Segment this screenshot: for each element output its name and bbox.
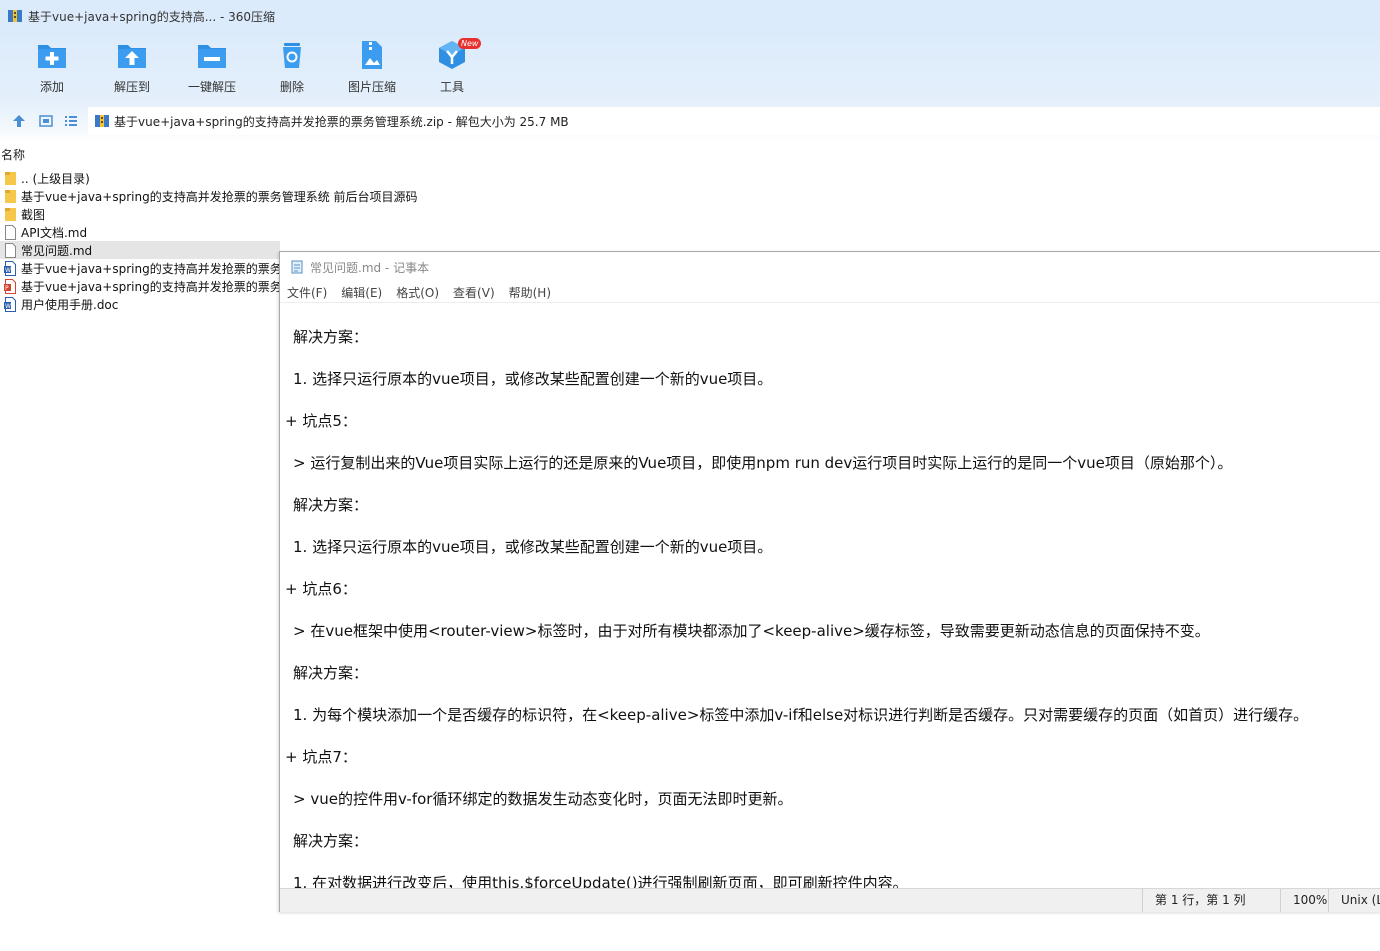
tools-label: 工具 [439,80,464,94]
image-compress-label: 图片压缩 [347,80,396,94]
file-name: 用户使用手册.doc [21,297,119,312]
archive-app-icon [8,10,22,22]
menu-edit[interactable]: 编辑(E) [334,284,389,301]
text-line: > vue的控件用v-for循环绑定的数据发生动态变化时，页面无法即时更新。 [293,790,793,808]
file-name: API文档.md [21,225,88,240]
folder-icon [5,207,16,221]
text-line: 解决方案： [293,496,369,514]
text-line: 解决方案： [293,328,369,346]
one-click-extract-button[interactable]: 一键解压 [172,38,252,98]
path-field[interactable]: 基于vue+java+spring的支持高并发抢票的票务管理系统.zip - 解… [88,107,1380,135]
line-ending: Unix (LF) [1328,889,1380,912]
file-row[interactable]: 基于vue+java+spring的支持高并发抢票的票务管理系统 前后台项目源码 [0,187,1380,205]
folder-icon [5,189,16,203]
notepad-title: 常见问题.md - 记事本 [310,260,430,275]
notepad-status-bar: 第 1 行，第 1 列 100% Unix (LF) [280,888,1380,912]
extract-to-button[interactable]: 解压到 [92,38,172,98]
menu-format[interactable]: 格式(O) [389,284,446,301]
svg-text:W: W [5,303,11,310]
folder-icon [5,171,16,185]
quick-extract-folder-icon [198,45,226,68]
file-name: 常见问题.md [21,243,93,258]
title-bar: 基于vue+java+spring的支持高... - 360压缩 [0,0,1380,32]
word-document-icon: W [4,260,16,276]
notepad-icon [291,260,303,274]
window-title: 基于vue+java+spring的支持高... - 360压缩 [28,9,276,24]
text-line: + 坑点6： [285,580,357,598]
tools-button[interactable]: New 工具 [412,38,492,98]
document-icon [5,224,16,240]
delete-button[interactable]: 删除 [252,38,332,98]
new-badge: New [458,38,482,49]
text-line: 解决方案： [293,832,369,850]
file-name: 基于vue+java+spring的支持高并发抢票的票务管理系统 前后台项目源码 [21,189,418,204]
thumbnail-view-icon[interactable] [39,114,53,128]
zip-archive-icon [95,115,109,127]
document-icon [5,242,16,258]
svg-text:P: P [5,285,9,292]
notepad-menu-bar: 文件(F) 编辑(E) 格式(O) 查看(V) 帮助(H) [280,282,1380,302]
list-view-icon[interactable] [64,114,78,128]
menu-view[interactable]: 查看(V) [446,284,502,301]
menu-help[interactable]: 帮助(H) [502,284,558,301]
file-name: .. (上级目录) [21,171,90,186]
text-line: + 坑点7： [285,748,357,766]
one-click-extract-label: 一键解压 [187,80,236,94]
text-line: + 坑点5： [285,412,357,430]
archive-path: 基于vue+java+spring的支持高并发抢票的票务管理系统.zip - 解… [114,114,569,129]
word-document-icon: W [4,296,16,312]
extract-to-label: 解压到 [113,80,150,94]
extract-folder-icon [118,45,146,68]
notepad-title-bar: 常见问题.md - 记事本 [280,252,1380,282]
text-line: 1. 选择只运行原本的vue项目，或修改某些配置创建一个新的vue项目。 [293,538,773,556]
notepad-window: 常见问题.md - 记事本 文件(F) 编辑(E) 格式(O) 查看(V) 帮助… [279,251,1380,912]
add-button[interactable]: 添加 [12,38,92,98]
name-column-header[interactable]: 名称 [0,146,1380,164]
add-folder-icon [38,45,66,68]
text-line: > 在vue框架中使用<router-view>标签时，由于对所有模块都添加了<… [293,622,1210,640]
file-row[interactable]: 截图 [0,205,1380,223]
notepad-text-area[interactable]: 解决方案： 1. 选择只运行原本的vue项目，或修改某些配置创建一个新的vue项… [280,302,1380,889]
image-zip-icon [362,41,382,69]
delete-label: 删除 [279,80,304,94]
text-line: 解决方案： [293,664,369,682]
add-label: 添加 [39,80,64,94]
text-line: 1. 选择只运行原本的vue项目，或修改某些配置创建一个新的vue项目。 [293,370,773,388]
text-line: > 运行复制出来的Vue项目实际上运行的还是原来的Vue项目，即使用npm ru… [293,454,1233,472]
text-line: 1. 在对数据进行改变后，使用this.$forceUpdate()进行强制刷新… [293,874,908,889]
file-row[interactable]: .. (上级目录) [0,169,1380,187]
file-row[interactable]: API文档.md [0,223,1380,241]
toolbar: 添加 解压到 一键解压 删除 图片压缩 New 工具 [0,32,1380,100]
image-compress-button[interactable]: 图片压缩 [332,38,412,98]
file-name: 截图 [21,207,46,222]
svg-text:W: W [5,267,11,274]
menu-file[interactable]: 文件(F) [280,284,334,301]
pdf-document-icon: P [4,278,16,294]
cursor-position: 第 1 行，第 1 列 [1142,889,1279,912]
text-line: 1. 为每个模块添加一个是否缓存的标识符，在<keep-alive>标签中添加v… [293,706,1309,724]
up-arrow-icon[interactable] [12,114,26,128]
trash-icon [283,43,301,68]
